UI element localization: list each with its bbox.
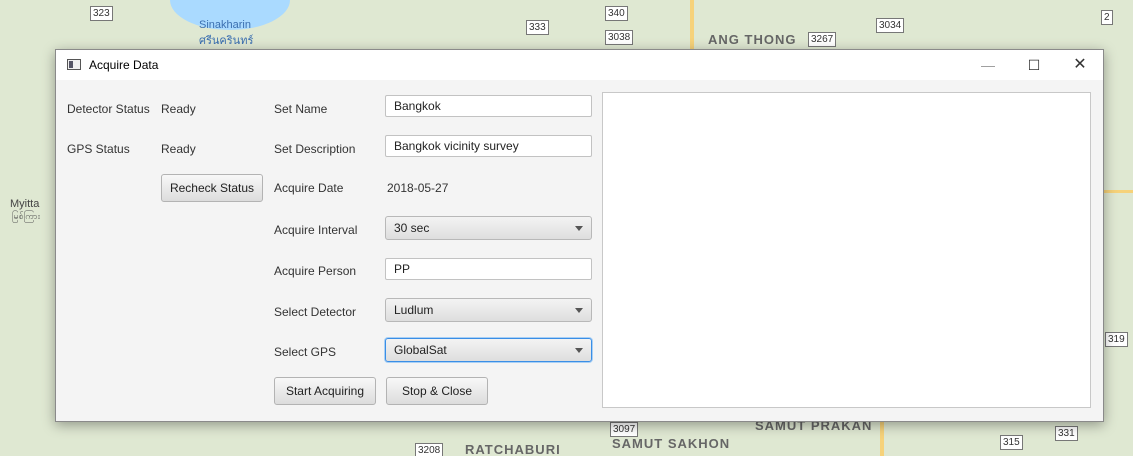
chevron-down-icon <box>575 226 583 231</box>
route-shield: 3038 <box>605 30 634 45</box>
window-title: Acquire Data <box>89 58 159 72</box>
detector-status-value: Ready <box>161 102 196 116</box>
route-shield: 333 <box>526 20 549 35</box>
route-shield: 3097 <box>610 422 639 437</box>
map-label-ratchaburi: RATCHABURI <box>465 442 561 456</box>
acquire-interval-label: Acquire Interval <box>274 223 358 237</box>
minimize-button[interactable]: — <box>965 50 1011 80</box>
select-detector-selected: Ludlum <box>394 303 434 317</box>
set-name-field[interactable]: Bangkok <box>385 95 592 117</box>
map-label-sinakharin: Sinakharin <box>199 19 251 31</box>
maximize-button[interactable]: ☐ <box>1011 50 1057 80</box>
map-label-sinakharin-thai: ศรีนครินทร์ <box>199 35 254 47</box>
route-shield: 2 <box>1101 10 1113 25</box>
acquire-person-label: Acquire Person <box>274 264 357 278</box>
data-display-panel <box>602 92 1091 408</box>
chevron-down-icon <box>575 308 583 313</box>
map-label-myitta: Myitta <box>10 198 40 210</box>
close-button[interactable]: ✕ <box>1057 50 1103 80</box>
map-label-samut-sakhon: SAMUT SAKHON <box>612 436 731 451</box>
chevron-down-icon <box>575 348 583 353</box>
acquire-date-value: 2018-05-27 <box>387 181 449 195</box>
set-description-field[interactable]: Bangkok vicinity survey <box>385 135 592 157</box>
acquire-date-label: Acquire Date <box>274 181 344 195</box>
map-road <box>880 420 884 456</box>
window-content: Detector Status Ready GPS Status Ready R… <box>56 80 1103 421</box>
select-detector-dropdown[interactable]: Ludlum <box>385 298 592 322</box>
acquire-interval-dropdown[interactable]: 30 sec <box>385 216 592 240</box>
acquire-data-window: Acquire Data — ☐ ✕ Detector Status Ready… <box>55 49 1104 422</box>
map-road <box>1102 190 1133 193</box>
route-shield: 315 <box>1000 435 1023 450</box>
select-gps-selected: GlobalSat <box>394 343 447 357</box>
acquire-interval-selected: 30 sec <box>394 221 430 235</box>
route-shield: 3208 <box>415 443 444 456</box>
set-name-label: Set Name <box>274 102 328 116</box>
gps-status-label: GPS Status <box>67 142 130 156</box>
route-shield: 340 <box>605 6 628 21</box>
route-shield: 323 <box>90 6 113 21</box>
select-gps-dropdown[interactable]: GlobalSat <box>385 338 592 362</box>
stop-and-close-button[interactable]: Stop & Close <box>386 377 488 405</box>
map-label-myitta-burmese: မြစ်ကြား <box>12 211 41 221</box>
start-acquiring-button[interactable]: Start Acquiring <box>274 377 376 405</box>
route-shield: 3034 <box>876 18 905 33</box>
acquire-person-field[interactable]: PP <box>385 258 592 280</box>
set-description-label: Set Description <box>274 142 356 156</box>
gps-status-value: Ready <box>161 142 196 156</box>
select-detector-label: Select Detector <box>274 305 357 319</box>
route-shield: 3267 <box>808 32 837 47</box>
route-shield: 331 <box>1055 426 1078 441</box>
map-road <box>690 0 694 50</box>
select-gps-label: Select GPS <box>274 345 337 359</box>
route-shield: 319 <box>1105 332 1128 347</box>
recheck-status-button[interactable]: Recheck Status <box>161 174 263 202</box>
title-bar[interactable]: Acquire Data — ☐ ✕ <box>56 50 1103 80</box>
detector-status-label: Detector Status <box>67 102 150 116</box>
app-window-icon <box>67 59 81 70</box>
map-label-ang-thong: ANG THONG <box>708 32 797 47</box>
